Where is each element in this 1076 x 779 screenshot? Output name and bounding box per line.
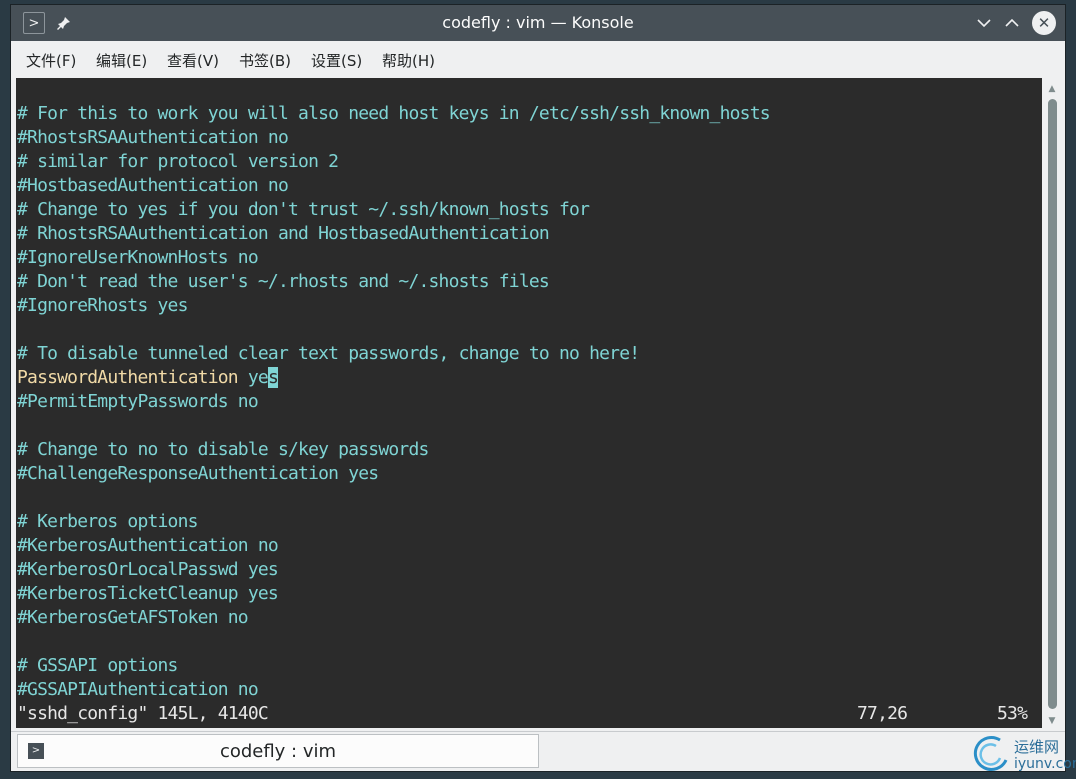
menu-file[interactable]: 文件(F) <box>26 41 76 77</box>
scroll-down-icon[interactable]: ▼ <box>1045 715 1059 727</box>
vim-scroll-percent: 53% <box>997 703 1028 724</box>
terminal-scrollbar[interactable]: ▲ ▼ <box>1045 81 1059 729</box>
terminal-line-active: PasswordAuthentication yes <box>17 366 279 390</box>
chevron-down-icon[interactable] <box>973 12 995 34</box>
terminal-line: #PermitEmptyPasswords no <box>17 391 259 412</box>
terminal-line: # similar for protocol version 2 <box>17 151 339 172</box>
terminal-line: # GSSAPI options <box>17 655 178 676</box>
terminal-line: #RhostsRSAAuthentication no <box>17 127 289 148</box>
menu-bar: 文件(F) 编辑(E) 查看(V) 书签(B) 设置(S) 帮助(H) <box>11 41 1065 77</box>
menu-edit[interactable]: 编辑(E) <box>96 41 147 77</box>
terminal-line: # To disable tunneled clear text passwor… <box>17 343 640 364</box>
menu-settings[interactable]: 设置(S) <box>311 41 362 77</box>
watermark-logo-icon <box>973 735 1008 771</box>
terminal-line: #GSSAPIAuthentication no <box>17 679 259 700</box>
tab-label: codefly : vim <box>219 741 337 762</box>
watermark-text-en: iyunv.com <box>1014 756 1076 772</box>
menu-bookmarks[interactable]: 书签(B) <box>239 41 291 77</box>
watermark-text-cn: 运维网 <box>1014 738 1060 756</box>
vim-cursor-position: 77,26 <box>857 703 908 724</box>
terminal-line: #KerberosOrLocalPasswd yes <box>17 559 279 580</box>
terminal-line: # For this to work you will also need ho… <box>17 103 771 124</box>
terminal-prompt-icon[interactable]: > <box>23 12 45 34</box>
menu-view[interactable]: 查看(V) <box>167 41 219 77</box>
konsole-window: codefly : vim — Konsole > ✕ 文件(F) 编辑(E) … <box>10 4 1066 772</box>
terminal-line: # Don't read the user's ~/.rhosts and ~/… <box>17 271 550 292</box>
tab-bar: > codefly : vim <box>11 731 1065 771</box>
terminal-view[interactable]: # For this to work you will also need ho… <box>16 78 1042 728</box>
terminal-line: #KerberosTicketCleanup yes <box>17 583 279 604</box>
tab-codefly-vim[interactable]: > codefly : vim <box>17 734 539 768</box>
terminal-line: #KerberosAuthentication no <box>17 535 279 556</box>
scrollbar-thumb[interactable] <box>1048 99 1057 709</box>
chevron-up-icon[interactable] <box>1001 12 1023 34</box>
terminal-line: #HostbasedAuthentication no <box>17 175 289 196</box>
terminal-line: #IgnoreRhosts yes <box>17 295 188 316</box>
pin-icon[interactable] <box>53 12 75 34</box>
terminal-line: # RhostsRSAAuthentication and HostbasedA… <box>17 223 550 244</box>
terminal-line: # Change to yes if you don't trust ~/.ss… <box>17 199 590 220</box>
menu-help[interactable]: 帮助(H) <box>382 41 435 77</box>
config-value: ye <box>237 367 269 388</box>
window-title: codefly : vim — Konsole <box>442 13 634 32</box>
vim-status-file-info: "sshd_config" 145L, 4140C <box>17 703 269 724</box>
close-icon[interactable]: ✕ <box>1032 11 1056 35</box>
terminal-line: #IgnoreUserKnownHosts no <box>17 247 259 268</box>
config-keyword: PasswordAuthentication <box>17 367 239 388</box>
terminal-line: #KerberosGetAFSToken no <box>17 607 249 628</box>
scroll-up-icon[interactable]: ▲ <box>1045 83 1059 95</box>
terminal-line: #ChallengeResponseAuthentication yes <box>17 463 379 484</box>
text-cursor: s <box>267 367 279 388</box>
terminal-line: # Kerberos options <box>17 511 198 532</box>
title-bar[interactable]: codefly : vim — Konsole > ✕ <box>11 5 1065 41</box>
terminal-line: # Change to no to disable s/key password… <box>17 439 429 460</box>
site-watermark: 运维网 iyunv.com <box>970 734 1076 778</box>
